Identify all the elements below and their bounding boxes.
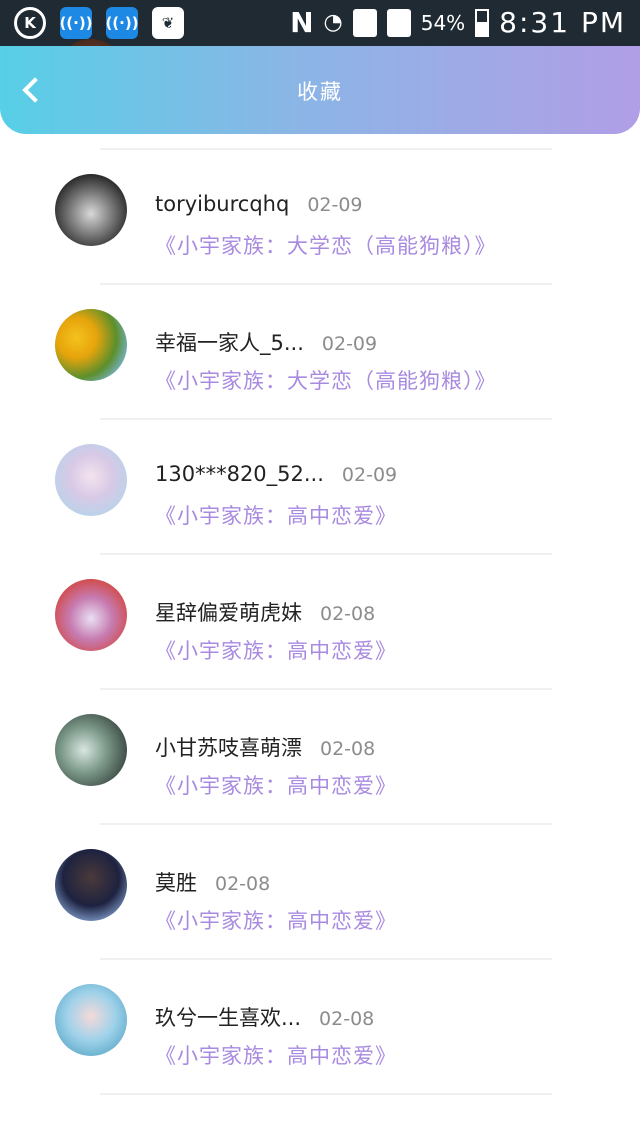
page-title: 收藏 <box>297 80 343 104</box>
user-name: 玖兮一生喜欢... <box>155 1006 302 1030</box>
work-title-link[interactable]: 《小宇家族：高中恋爱》 <box>155 905 397 935</box>
work-title-link[interactable]: 《小宇家族：高中恋爱》 <box>155 770 397 800</box>
user-name: toryiburcqhq <box>155 192 290 216</box>
list-item[interactable]: 星辞偏爱萌虎妹 02-08 《小宇家族：高中恋爱》 <box>0 555 640 690</box>
app-header: 收藏 <box>0 46 640 134</box>
avatar[interactable] <box>55 714 127 786</box>
avatar[interactable] <box>55 849 127 921</box>
work-title-link[interactable]: 《小宇家族：高中恋爱》 <box>155 1040 397 1070</box>
avatar[interactable] <box>55 174 127 246</box>
list-item[interactable]: 130***820_52... 02-09 《小宇家族：高中恋爱》 <box>0 420 640 555</box>
name-line: 130***820_52... 02-09 <box>155 462 397 486</box>
user-name: 莫胜 <box>155 871 197 895</box>
list-item[interactable]: 莫胜 02-08 《小宇家族：高中恋爱》 <box>0 825 640 960</box>
name-line: 小甘苏吱喜萌漂 02-08 <box>155 732 375 762</box>
favorite-date: 02-09 <box>307 194 363 216</box>
avatar[interactable] <box>55 579 127 651</box>
avatar[interactable] <box>55 984 127 1056</box>
name-line: toryiburcqhq 02-09 <box>155 192 363 216</box>
user-name: 小甘苏吱喜萌漂 <box>155 736 302 760</box>
avatar[interactable] <box>55 444 127 516</box>
list-item[interactable]: 玖兮一生喜欢... 02-08 《小宇家族：高中恋爱》 <box>0 960 640 1095</box>
user-name: 130***820_52... <box>155 462 324 486</box>
work-title-link[interactable]: 《小宇家族：高中恋爱》 <box>155 500 397 530</box>
work-title-link[interactable]: 《小宇家族：大学恋（高能狗粮）》 <box>155 230 497 260</box>
work-title-link[interactable]: 《小宇家族：大学恋（高能狗粮）》 <box>155 365 497 395</box>
user-name: 幸福一家人_5... <box>155 331 304 355</box>
favorite-date: 02-08 <box>319 1008 375 1030</box>
list-item[interactable]: 幸福一家人_5... 02-09 《小宇家族：大学恋（高能狗粮）》 <box>0 285 640 420</box>
favorite-date: 02-09 <box>321 333 378 355</box>
favorite-date: 02-08 <box>320 603 376 625</box>
list-item[interactable]: toryiburcqhq 02-09 《小宇家族：大学恋（高能狗粮）》 <box>0 150 640 285</box>
name-line: 玖兮一生喜欢... 02-08 <box>155 1002 374 1032</box>
favorite-date: 02-09 <box>341 464 398 486</box>
work-title-link[interactable]: 《小宇家族：高中恋爱》 <box>155 635 397 665</box>
avatar[interactable] <box>55 309 127 381</box>
name-line: 莫胜 02-08 <box>155 867 270 897</box>
name-line: 幸福一家人_5... 02-09 <box>155 327 377 357</box>
favorite-date: 02-08 <box>215 873 271 895</box>
name-line: 星辞偏爱萌虎妹 02-08 <box>155 597 375 627</box>
user-name: 星辞偏爱萌虎妹 <box>155 601 302 625</box>
divider <box>100 1093 552 1095</box>
favorite-date: 02-08 <box>320 738 376 760</box>
list-item[interactable]: 小甘苏吱喜萌漂 02-08 《小宇家族：高中恋爱》 <box>0 690 640 825</box>
